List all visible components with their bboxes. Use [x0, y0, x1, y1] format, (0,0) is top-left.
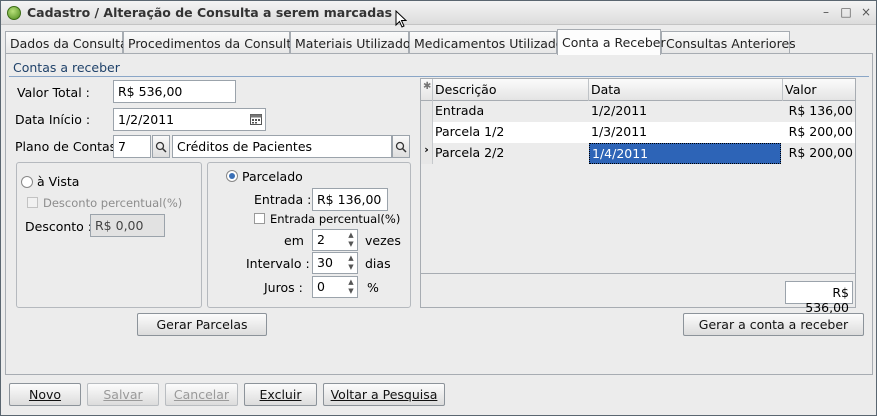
plano-search-button[interactable] — [152, 135, 170, 158]
entrada-percentual-label: Entrada percentual(%) — [270, 212, 401, 226]
a-vista-radio[interactable] — [21, 176, 33, 188]
plano-contas-code-field[interactable]: 7 — [113, 135, 151, 158]
cell-valor[interactable]: R$ 136,00 — [783, 101, 855, 122]
window: Cadastro / Alteração de Consulta a serem… — [0, 0, 877, 416]
grid-total-valor: R$ 536,00 — [785, 281, 853, 315]
intervalo-value: 30 — [317, 255, 333, 270]
parcelado-group: Parcelado Entrada : R$ 136,00 Entrada pe… — [207, 162, 411, 308]
spinner-arrows-icon[interactable]: ▲ ▼ — [346, 231, 356, 249]
intervalo-spinner[interactable]: 30 ▲ ▼ — [312, 252, 358, 274]
grid-new-row-icon: ✱ — [421, 79, 433, 101]
em-label: em — [284, 233, 304, 248]
vezes-label: vezes — [365, 233, 401, 248]
tab-consultas-anteriores[interactable]: Consultas Anteriores — [661, 31, 796, 54]
search-icon — [155, 141, 167, 153]
cell-descricao[interactable]: Parcela 1/2 — [433, 122, 589, 143]
parcelado-label: Parcelado — [242, 169, 303, 184]
maximize-icon[interactable]: □ — [839, 5, 853, 19]
voltar-label: Voltar a Pesquisa — [330, 387, 438, 402]
valor-total-field[interactable]: R$ 536,00 — [113, 80, 236, 103]
plano-contas-name-field[interactable]: Créditos de Pacientes — [172, 135, 392, 158]
a-vista-label: à Vista — [37, 174, 80, 189]
tab-materiais[interactable]: Materiais Utilizados — [290, 31, 417, 54]
juros-unit-label: % — [367, 280, 379, 295]
entrada-field[interactable]: R$ 136,00 — [312, 188, 388, 211]
window-title: Cadastro / Alteração de Consulta a serem… — [27, 5, 393, 20]
gerar-parcelas-button[interactable]: Gerar Parcelas — [137, 313, 267, 336]
row-indicator — [421, 122, 433, 143]
spinner-arrows-icon[interactable]: ▲ ▼ — [346, 278, 356, 296]
plano-name-search-button[interactable] — [392, 135, 410, 158]
desconto-label: Desconto : — [25, 219, 93, 234]
data-inicio-field[interactable]: 1/2/2011 — [113, 108, 266, 131]
valor-total-label: Valor Total : — [17, 85, 90, 100]
excluir-button[interactable]: Excluir — [244, 383, 317, 406]
juros-value: 0 — [317, 279, 325, 294]
table-row[interactable]: Entrada 1/2/2011 R$ 136,00 — [421, 101, 855, 122]
juros-spinner[interactable]: 0 ▲ ▼ — [312, 276, 358, 298]
vezes-value: 2 — [317, 232, 325, 247]
novo-button[interactable]: Novo — [9, 383, 81, 406]
juros-label: Juros : — [264, 280, 303, 295]
entrada-percentual-checkbox[interactable] — [254, 213, 265, 224]
cell-data[interactable]: 1/2/2011 — [589, 101, 783, 122]
tab-conta-receber[interactable]: Conta a Receber — [557, 29, 666, 55]
cancelar-button[interactable]: Cancelar — [165, 383, 238, 406]
cell-descricao[interactable]: Parcela 2/2 — [433, 143, 589, 164]
plano-contas-label: Plano de Contas: — [15, 139, 121, 154]
dias-label: dias — [365, 256, 391, 271]
grid-footer: R$ 536,00 — [421, 273, 855, 315]
bottom-toolbar: Novo Salvar Cancelar Excluir Voltar a Pe… — [1, 375, 876, 415]
mouse-cursor-icon — [395, 10, 407, 28]
entrada-label: Entrada : — [254, 192, 312, 207]
parcelas-grid: ✱ Descrição Data Valor Entrada 1/2/2011 … — [420, 78, 856, 315]
gerar-conta-receber-button[interactable]: Gerar a conta a receber — [683, 313, 864, 336]
novo-label: Novo — [28, 387, 62, 402]
salvar-button[interactable]: Salvar — [87, 383, 159, 406]
tab-procedimentos[interactable]: Procedimentos da Consulta — [123, 31, 299, 54]
minimize-icon[interactable]: – — [819, 5, 833, 19]
desconto-percentual-checkbox[interactable] — [27, 197, 38, 208]
tab-panel-conta-receber: Contas a receber Valor Total : R$ 536,00… — [5, 53, 873, 375]
close-icon[interactable]: × — [859, 5, 873, 19]
title-bar[interactable]: Cadastro / Alteração de Consulta a serem… — [1, 1, 876, 28]
spinner-arrows-icon[interactable]: ▲ ▼ — [346, 254, 356, 272]
col-header-descricao[interactable]: Descrição — [433, 79, 589, 101]
desconto-percentual-label: Desconto percentual(%) — [43, 196, 183, 210]
parcelado-radio[interactable] — [226, 170, 238, 182]
cell-valor[interactable]: R$ 200,00 — [783, 143, 855, 164]
grid-header: ✱ Descrição Data Valor — [421, 79, 855, 101]
search-icon — [395, 141, 407, 153]
intervalo-label: Intervalo : — [246, 256, 310, 271]
section-title: Contas a receber — [9, 57, 869, 77]
row-indicator — [421, 101, 433, 122]
cell-data[interactable]: 1/4/2011 — [589, 143, 781, 164]
cell-descricao[interactable]: Entrada — [433, 101, 589, 122]
a-vista-group: à Vista Desconto percentual(%) Desconto … — [16, 162, 202, 308]
row-pointer-icon: › — [421, 143, 433, 164]
vezes-spinner[interactable]: 2 ▲ ▼ — [312, 229, 358, 251]
data-inicio-label: Data Início : — [15, 112, 91, 127]
tab-medicamentos[interactable]: Medicamentos Utilizados — [409, 31, 570, 54]
table-row[interactable]: Parcela 1/2 1/3/2011 R$ 200,00 — [421, 122, 855, 143]
excluir-label: Excluir — [259, 387, 302, 402]
calendar-icon[interactable] — [250, 113, 262, 125]
app-icon — [7, 6, 21, 20]
col-header-data[interactable]: Data — [589, 79, 783, 101]
salvar-label: Salvar — [103, 387, 143, 402]
cell-valor[interactable]: R$ 200,00 — [783, 122, 855, 143]
table-row-selected[interactable]: › Parcela 2/2 1/4/2011 R$ 200,00 — [421, 143, 855, 164]
cancelar-label: Cancelar — [173, 387, 230, 402]
cell-data[interactable]: 1/3/2011 — [589, 122, 783, 143]
col-header-valor[interactable]: Valor — [783, 79, 855, 101]
tab-dados-consulta[interactable]: Dados da Consulta — [5, 31, 128, 54]
desconto-field[interactable]: R$ 0,00 — [90, 214, 165, 237]
voltar-pesquisa-button[interactable]: Voltar a Pesquisa — [323, 383, 445, 406]
